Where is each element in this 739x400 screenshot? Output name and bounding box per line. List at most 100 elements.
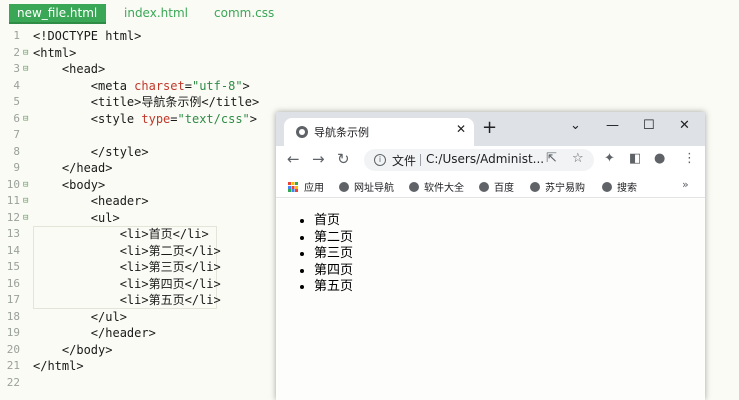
page-content: 首页 第二页 第三页 第四页 第五页 [276, 199, 705, 400]
list-item: 第三页 [314, 246, 353, 263]
fold-toggle-icon[interactable]: ⊟ [23, 61, 32, 78]
menu-icon[interactable]: ⋮ [683, 151, 696, 166]
star-icon[interactable]: ☆ [572, 151, 584, 166]
line-number: 16 [6, 276, 20, 290]
globe-icon [296, 126, 308, 138]
bookmark-search[interactable]: 搜索 [602, 179, 637, 194]
new-tab-button[interactable]: + [482, 119, 497, 137]
tab-search-icon[interactable]: ⌄ [570, 118, 581, 133]
minimize-icon[interactable]: — [606, 118, 619, 133]
code-line[interactable]: 1 <!DOCTYPE html> [0, 28, 739, 45]
code-text: </header> [33, 325, 156, 342]
code-token: 第二页 [148, 243, 185, 258]
code-token: <ul> [90, 210, 120, 225]
code-token: 首页 [148, 227, 173, 241]
browser-tab[interactable]: 导航条示例 ✕ [284, 118, 474, 146]
bookmark-wangzhi[interactable]: 网址导航 [339, 179, 394, 194]
code-line[interactable]: 2 ⊟ <html> [0, 45, 739, 62]
code-line[interactable]: 3 ⊟ <head> [0, 61, 739, 78]
tab-new-file-html[interactable]: new_file.html [9, 4, 106, 22]
code-text: <li>第三页</li> [33, 259, 221, 276]
share-icon[interactable]: ⇱ [546, 151, 557, 166]
code-text: <!DOCTYPE html> [33, 28, 141, 45]
code-token: </head> [61, 161, 113, 175]
close-window-icon[interactable]: ✕ [679, 118, 690, 133]
apps-grid-icon [288, 182, 298, 192]
forward-icon[interactable]: → [312, 150, 325, 168]
line-number: 5 [13, 95, 20, 108]
maximize-icon[interactable]: ☐ [643, 118, 655, 133]
bookmark-apps[interactable]: 应用 [288, 179, 324, 194]
code-text: </body> [33, 342, 113, 359]
list-item: 首页 [314, 213, 353, 230]
code-text: </head> [33, 160, 113, 177]
code-text: </style> [33, 144, 149, 161]
line-number: 15 [6, 260, 20, 273]
fold-toggle-icon[interactable]: ⊟ [23, 210, 32, 227]
code-line[interactable]: 4 <meta charset="utf-8"> [0, 78, 739, 95]
line-number: 20 [6, 342, 20, 356]
fold-toggle-icon[interactable]: ⊟ [23, 45, 32, 62]
code-text: <style type="text/css"> [33, 111, 257, 128]
code-text: <title>导航条示例</title> [33, 94, 259, 111]
line-number: 18 [6, 309, 20, 323]
code-line[interactable]: 5 <title>导航条示例</title> [0, 94, 739, 111]
extensions-icon[interactable]: ✦ [604, 151, 615, 166]
tab-index-html[interactable]: index.html [116, 4, 196, 22]
code-text: </html> [33, 358, 84, 375]
line-number: 2 [13, 45, 20, 59]
list-item: 第四页 [314, 263, 353, 280]
code-token: <header> [90, 194, 149, 208]
profile-icon[interactable]: ● [654, 151, 665, 166]
globe-icon [339, 182, 349, 192]
bookmark-ruanjian[interactable]: 软件大全 [409, 179, 464, 194]
code-token: </title> [201, 95, 260, 109]
info-icon[interactable]: i [374, 154, 386, 166]
security-label: 文件 [392, 154, 417, 168]
code-token: = [170, 111, 178, 126]
globe-icon [479, 182, 489, 192]
code-token: </html> [33, 359, 84, 373]
code-token: </body> [61, 342, 113, 357]
line-number: 19 [6, 326, 20, 339]
code-token: </li> [172, 227, 209, 241]
code-text: <li>第五页</li> [33, 292, 221, 309]
line-number: 10 [6, 177, 20, 191]
code-text: <head> [33, 61, 105, 78]
bookmarks-more-icon[interactable]: » [682, 178, 689, 191]
fold-toggle-icon[interactable]: ⊟ [23, 193, 32, 210]
code-token: <style [90, 111, 142, 126]
bookmark-suning[interactable]: 苏宁易购 [530, 179, 585, 194]
line-number: 9 [13, 161, 20, 174]
reload-icon[interactable]: ↻ [337, 150, 350, 168]
line-number: 14 [6, 243, 20, 257]
tab-comm-css[interactable]: comm.css [206, 4, 282, 22]
code-token: <li> [119, 293, 149, 307]
close-tab-icon[interactable]: ✕ [456, 122, 466, 136]
side-panel-icon[interactable]: ◧ [629, 151, 641, 166]
code-token: = [184, 78, 192, 93]
code-token: 导航条示例 [141, 95, 202, 109]
line-number: 4 [13, 78, 20, 92]
line-number: 21 [6, 359, 20, 372]
address-bar[interactable]: i 文件 C:/Users/Administ... [364, 149, 594, 171]
fold-toggle-icon[interactable]: ⊟ [23, 111, 32, 128]
bookmark-baidu[interactable]: 百度 [479, 179, 514, 194]
url-text[interactable]: C:/Users/Administ... [426, 152, 544, 166]
code-token: <meta [90, 78, 135, 93]
back-icon[interactable]: ← [287, 150, 300, 168]
active-tab-indicator [9, 22, 106, 24]
code-token: </li> [184, 243, 221, 258]
fold-toggle-icon[interactable]: ⊟ [23, 177, 32, 194]
line-number: 7 [13, 128, 20, 141]
